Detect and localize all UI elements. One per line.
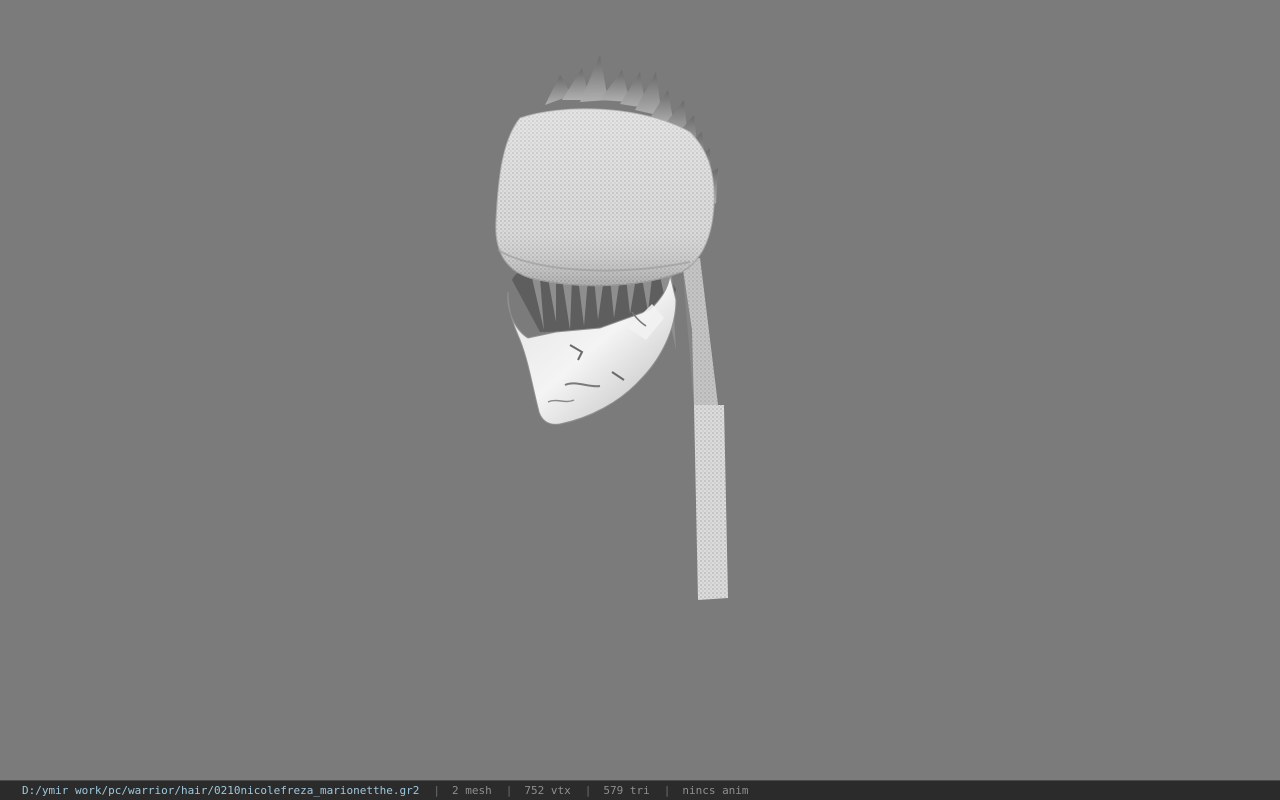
model-file-path: D:/ymir work/pc/warrior/hair/0210nicolef… — [22, 784, 420, 797]
status-separator: | — [663, 784, 671, 797]
status-separator: | — [505, 784, 513, 797]
status-separator: | — [433, 784, 440, 797]
3d-viewport[interactable] — [0, 0, 1280, 780]
vertex-count: 752 vtx — [524, 784, 571, 797]
mesh-count: 2 mesh — [451, 784, 492, 797]
model-render — [495, 55, 728, 600]
triangle-count: 579 tri — [603, 784, 650, 797]
status-separator: | — [584, 784, 592, 797]
status-bar: D:/ymir work/pc/warrior/hair/0210nicolef… — [0, 780, 1280, 800]
headband — [495, 108, 715, 287]
ribbon-tail — [682, 258, 728, 600]
animation-status: nincs anim — [682, 784, 749, 797]
